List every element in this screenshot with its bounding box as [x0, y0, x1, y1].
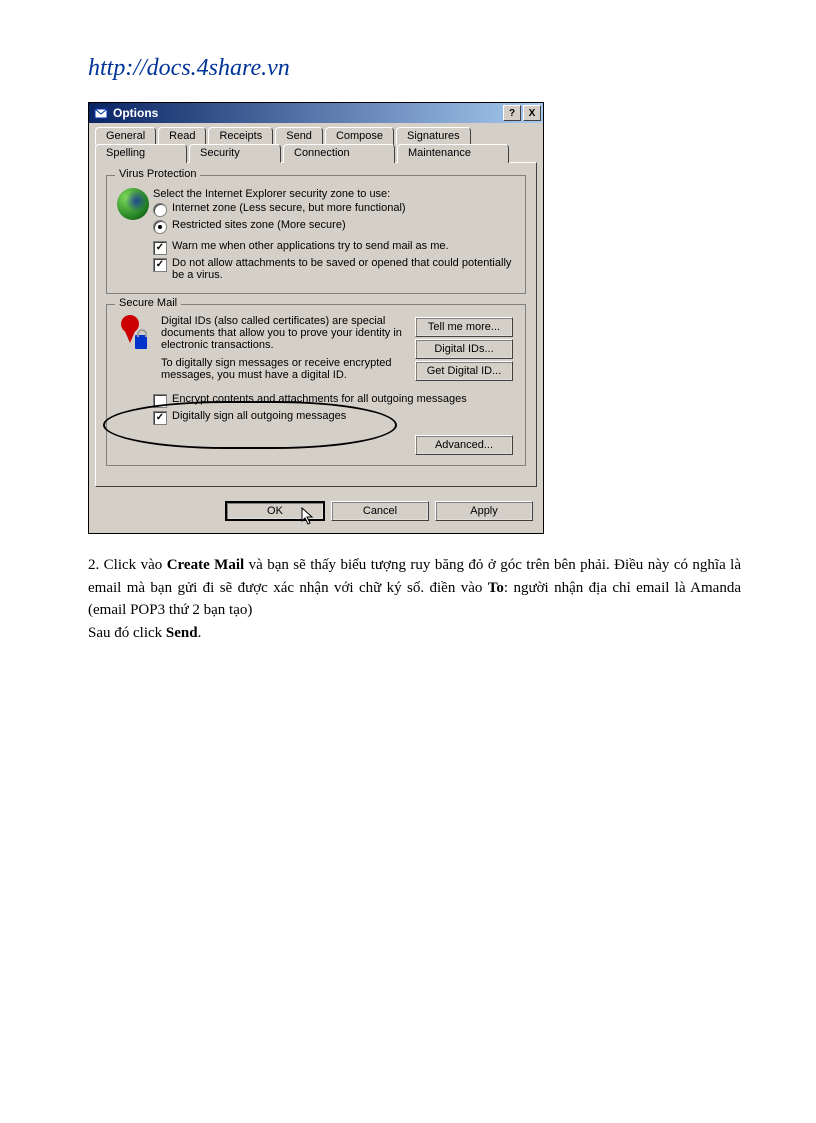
advanced-button[interactable]: Advanced... — [415, 435, 513, 455]
checkbox-icon — [153, 394, 167, 408]
options-dialog: Options ? X General Read Receipts Send C… — [88, 102, 544, 534]
close-button[interactable]: X — [523, 105, 541, 121]
secure-para2: To digitally sign messages or receive en… — [161, 357, 407, 381]
checkbox-icon — [153, 241, 167, 255]
cursor-icon — [301, 507, 317, 527]
chk-label: Warn me when other applications try to s… — [172, 240, 449, 252]
app-icon — [93, 105, 109, 121]
cancel-button[interactable]: Cancel — [331, 501, 429, 521]
radio-restricted-zone[interactable]: Restricted sites zone (More secure) — [153, 219, 515, 234]
tab-receipts[interactable]: Receipts — [208, 127, 273, 145]
tab-connection[interactable]: Connection — [283, 144, 395, 163]
radio-icon — [153, 220, 167, 234]
secure-group-title: Secure Mail — [115, 297, 181, 309]
radio-label: Restricted sites zone (More secure) — [172, 219, 346, 231]
apply-button[interactable]: Apply — [435, 501, 533, 521]
tab-compose[interactable]: Compose — [325, 127, 394, 145]
dialog-title: Options — [113, 106, 501, 120]
checkbox-icon — [153, 411, 167, 425]
tell-me-more-button[interactable]: Tell me more... — [415, 317, 513, 337]
dialog-buttons: OK Cancel Apply — [89, 493, 543, 533]
radio-icon — [153, 203, 167, 217]
help-button[interactable]: ? — [503, 105, 521, 121]
secure-mail-group: Secure Mail Digital IDs (also called cer… — [106, 304, 526, 466]
chk-warn-apps[interactable]: Warn me when other applications try to s… — [153, 240, 515, 255]
tab-read[interactable]: Read — [158, 127, 206, 145]
certificate-icon — [117, 315, 149, 351]
chk-label: Encrypt contents and attachments for all… — [172, 393, 467, 405]
digital-ids-button[interactable]: Digital IDs... — [415, 339, 513, 359]
chk-encrypt[interactable]: Encrypt contents and attachments for all… — [153, 393, 515, 408]
tab-send[interactable]: Send — [275, 127, 323, 145]
chk-label: Digitally sign all outgoing messages — [172, 410, 346, 422]
radio-internet-zone[interactable]: Internet zone (Less secure, but more fun… — [153, 202, 515, 217]
virus-group-title: Virus Protection — [115, 168, 200, 180]
virus-protection-group: Virus Protection Select the Internet Exp… — [106, 175, 526, 294]
chk-label: Do not allow attachments to be saved or … — [172, 257, 515, 281]
tab-strip: General Read Receipts Send Compose Signa… — [89, 123, 543, 163]
secure-para1: Digital IDs (also called certificates) a… — [161, 315, 407, 351]
tab-security[interactable]: Security — [189, 144, 281, 163]
checkbox-icon — [153, 258, 167, 272]
tab-signatures[interactable]: Signatures — [396, 127, 471, 145]
instruction-text: 2. Click vào Create Mail và bạn sẽ thấy … — [88, 554, 741, 644]
tab-general[interactable]: General — [95, 127, 156, 145]
tab-maintenance[interactable]: Maintenance — [397, 144, 509, 163]
titlebar: Options ? X — [89, 103, 543, 123]
chk-digitally-sign[interactable]: Digitally sign all outgoing messages — [153, 410, 515, 425]
chk-block-attachments[interactable]: Do not allow attachments to be saved or … — [153, 257, 515, 281]
ok-button[interactable]: OK — [225, 501, 325, 521]
zone-label: Select the Internet Explorer security zo… — [153, 188, 515, 200]
watermark-url: http://docs.4share.vn — [88, 55, 741, 82]
get-digital-id-button[interactable]: Get Digital ID... — [415, 361, 513, 381]
globe-icon — [117, 188, 149, 220]
tab-spelling[interactable]: Spelling — [95, 144, 187, 163]
security-panel: Virus Protection Select the Internet Exp… — [95, 162, 537, 487]
radio-label: Internet zone (Less secure, but more fun… — [172, 202, 406, 214]
